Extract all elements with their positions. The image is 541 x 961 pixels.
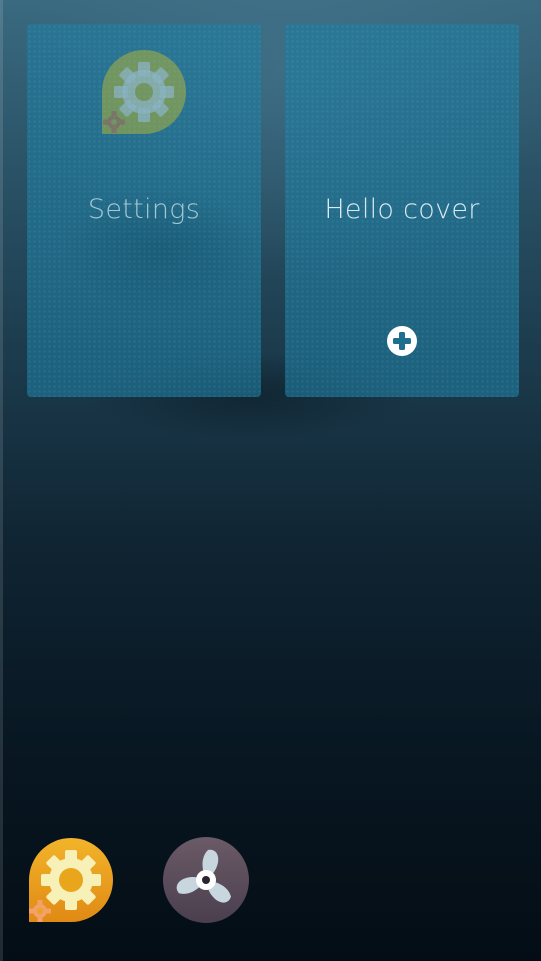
plus-circle-icon[interactable] <box>386 325 418 357</box>
cover-title: Hello cover <box>324 194 480 225</box>
settings-gear-icon <box>102 50 186 134</box>
app-cover-hello[interactable]: Hello cover <box>285 24 519 397</box>
propeller-fan-app-launcher-icon[interactable] <box>162 836 250 924</box>
app-cover-settings[interactable]: Settings <box>27 24 261 397</box>
cover-title: Settings <box>87 194 201 225</box>
settings-app-launcher-icon[interactable] <box>27 836 115 924</box>
screen-edge <box>0 0 3 961</box>
